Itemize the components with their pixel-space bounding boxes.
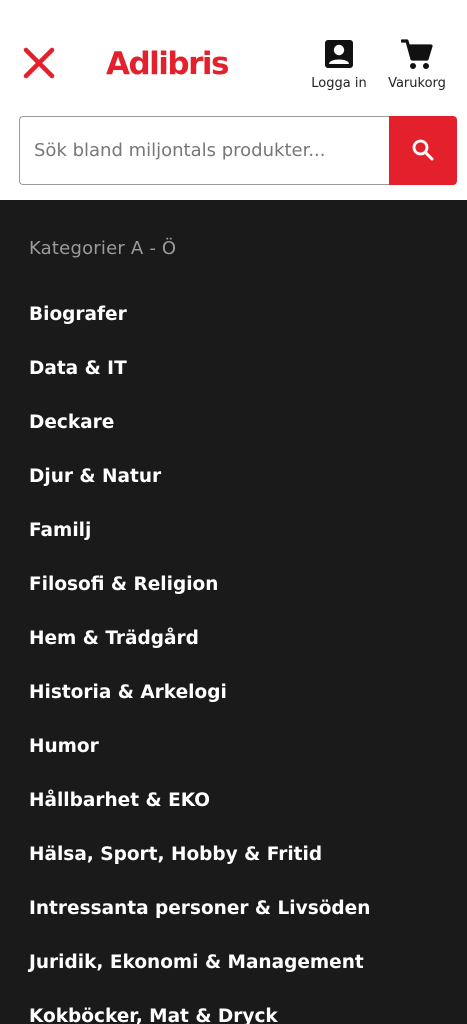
cart-icon — [401, 39, 433, 69]
search-icon — [412, 139, 434, 161]
user-icon — [325, 40, 353, 68]
cart-button[interactable]: Varukorg — [382, 38, 452, 91]
search-bar — [19, 116, 457, 185]
category-item-deckare[interactable]: Deckare — [0, 396, 467, 450]
search-input[interactable] — [19, 116, 389, 185]
category-list: Biografer Data & IT Deckare Djur & Natur… — [0, 288, 467, 1024]
category-item-halsa-sport[interactable]: Hälsa, Sport, Hobby & Fritid — [0, 828, 467, 882]
category-item-biografer[interactable]: Biografer — [0, 288, 467, 342]
category-item-intressanta-personer[interactable]: Intressanta personer & Livsöden — [0, 882, 467, 936]
category-item-hallbarhet-eko[interactable]: Hållbarhet & EKO — [0, 774, 467, 828]
category-item-historia-arkelogi[interactable]: Historia & Arkelogi — [0, 666, 467, 720]
category-menu: Kategorier A - Ö Biografer Data & IT Dec… — [0, 200, 467, 1024]
search-button[interactable] — [389, 116, 457, 185]
login-button[interactable]: Logga in — [306, 38, 372, 91]
logo[interactable]: Adlibris — [106, 44, 230, 84]
site-header: Adlibris Logga in Varukorg — [0, 0, 467, 200]
cart-label: Varukorg — [388, 76, 446, 91]
category-item-djur-natur[interactable]: Djur & Natur — [0, 450, 467, 504]
category-item-kokbocker[interactable]: Kokböcker, Mat & Dryck — [0, 990, 467, 1024]
close-icon — [23, 47, 55, 79]
category-item-humor[interactable]: Humor — [0, 720, 467, 774]
login-label: Logga in — [311, 76, 367, 91]
category-item-familj[interactable]: Familj — [0, 504, 467, 558]
category-item-filosofi-religion[interactable]: Filosofi & Religion — [0, 558, 467, 612]
category-item-data-it[interactable]: Data & IT — [0, 342, 467, 396]
category-item-juridik-ekonomi[interactable]: Juridik, Ekonomi & Management — [0, 936, 467, 990]
close-menu-button[interactable] — [22, 46, 56, 80]
menu-heading: Kategorier A - Ö — [29, 238, 177, 259]
category-item-hem-tradgard[interactable]: Hem & Trädgård — [0, 612, 467, 666]
